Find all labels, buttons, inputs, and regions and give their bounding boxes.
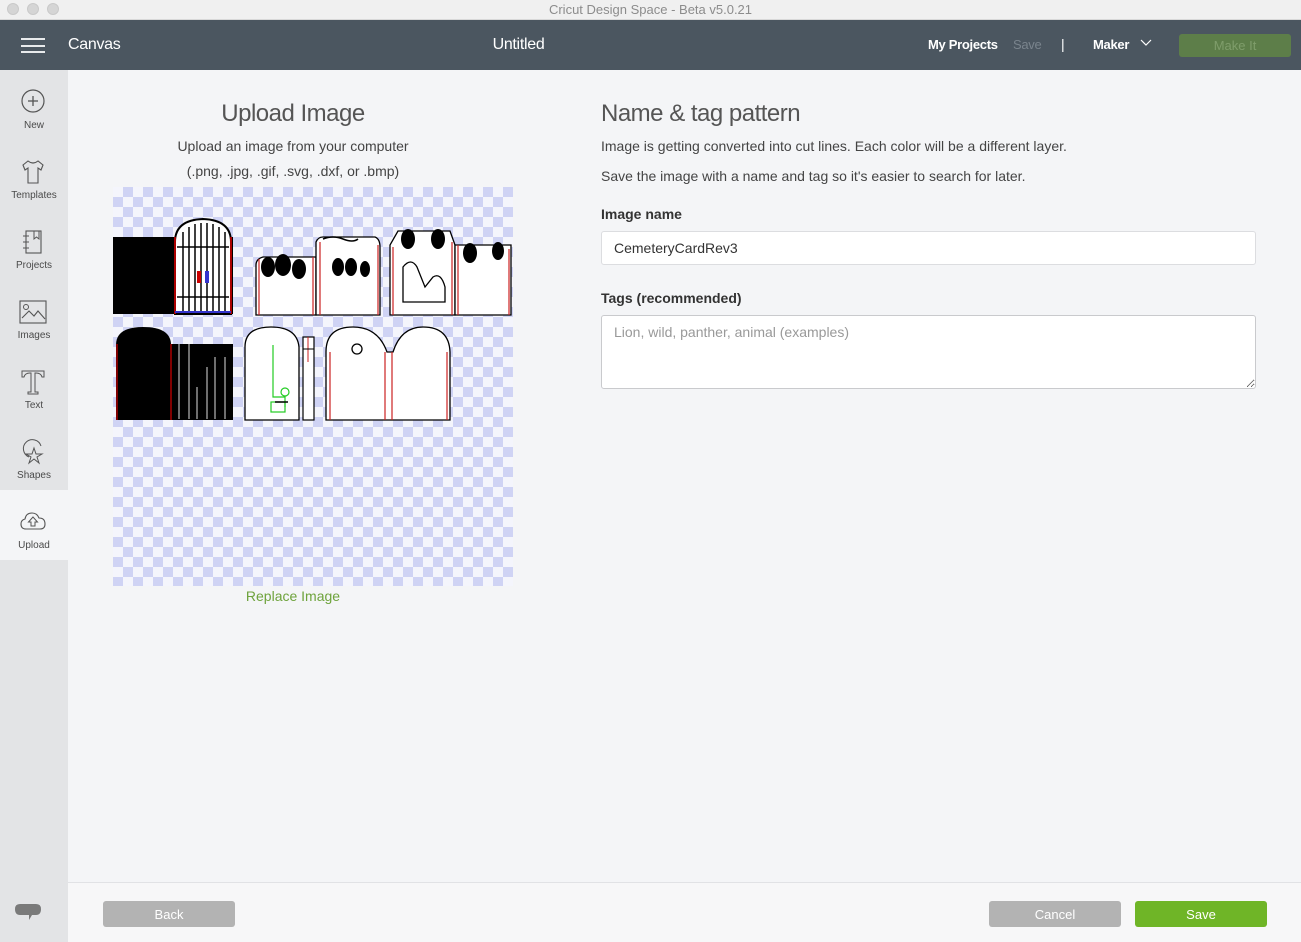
tshirt-icon xyxy=(22,160,44,184)
image-preview xyxy=(113,187,513,586)
save-button[interactable]: Save xyxy=(1135,901,1267,927)
sidebar-item-shapes[interactable]: Shapes xyxy=(0,420,68,490)
notebook-icon xyxy=(23,230,42,254)
sidebar-item-label: Projects xyxy=(15,260,53,271)
tombstone-black xyxy=(116,327,171,420)
cloud-upload-icon xyxy=(20,512,46,530)
cancel-button[interactable]: Cancel xyxy=(989,901,1121,927)
footer-bar: Back Cancel Save xyxy=(68,882,1301,942)
sidebar-item-projects[interactable]: Projects xyxy=(0,210,68,280)
pattern-preview-graphic xyxy=(113,217,512,421)
text-t-icon xyxy=(21,370,45,395)
sidebar-item-templates[interactable]: Templates xyxy=(0,140,68,210)
sidebar-item-label: Images xyxy=(17,330,51,341)
document-title: Untitled xyxy=(492,36,545,53)
sidebar-item-label: Upload xyxy=(18,540,50,551)
image-icon xyxy=(19,300,47,324)
sidebar-item-label: Shapes xyxy=(17,470,51,481)
sidebar: New Templates Projects Images Text Shape… xyxy=(0,70,68,942)
window-titlebar: Cricut Design Space - Beta v5.0.21 xyxy=(0,0,1301,20)
chevron-down-icon[interactable] xyxy=(1140,39,1152,47)
form-title: Name & tag pattern xyxy=(601,100,801,127)
sidebar-item-label: Templates xyxy=(11,190,57,201)
main-content: Upload Image Upload an image from your c… xyxy=(68,70,1301,882)
machine-selector[interactable]: Maker xyxy=(1093,37,1129,52)
double-tombstone xyxy=(325,326,451,421)
shapes-icon xyxy=(22,439,44,465)
form-description-2: Save the image with a name and tag so it… xyxy=(601,168,1026,184)
plus-circle-icon xyxy=(21,89,45,113)
window-title: Cricut Design Space - Beta v5.0.21 xyxy=(548,2,753,17)
sidebar-item-new[interactable]: New xyxy=(0,70,68,140)
upload-title: Upload Image xyxy=(221,100,365,127)
sidebar-item-label: New xyxy=(23,120,44,131)
app-header: Canvas Untitled My Projects Save | Maker… xyxy=(0,20,1301,70)
replace-image-link[interactable]: Replace Image xyxy=(113,588,473,604)
header-divider: | xyxy=(1061,36,1065,52)
form-description-1: Image is getting converted into cut line… xyxy=(601,138,1067,154)
back-button[interactable]: Back xyxy=(103,901,235,927)
image-name-label: Image name xyxy=(601,206,682,222)
header-save-link[interactable]: Save xyxy=(1013,37,1042,52)
make-it-button[interactable]: Make It xyxy=(1179,34,1291,57)
tags-label: Tags (recommended) xyxy=(601,290,742,306)
chat-bubble-icon[interactable] xyxy=(14,902,42,926)
sidebar-item-label: Text xyxy=(24,400,44,411)
sidebar-item-text[interactable]: Text xyxy=(0,350,68,420)
upload-formats: (.png, .jpg, .gif, .svg, .dxf, or .bmp) xyxy=(186,163,400,179)
image-name-input[interactable] xyxy=(601,231,1256,265)
my-projects-link[interactable]: My Projects xyxy=(928,37,998,52)
sidebar-item-images[interactable]: Images xyxy=(0,280,68,350)
tombstone-outline xyxy=(244,326,300,421)
tree-panel-right xyxy=(315,236,381,316)
upload-subtitle: Upload an image from your computer xyxy=(177,138,409,154)
tags-input[interactable] xyxy=(601,315,1256,389)
sidebar-item-upload[interactable]: Upload xyxy=(0,490,68,560)
